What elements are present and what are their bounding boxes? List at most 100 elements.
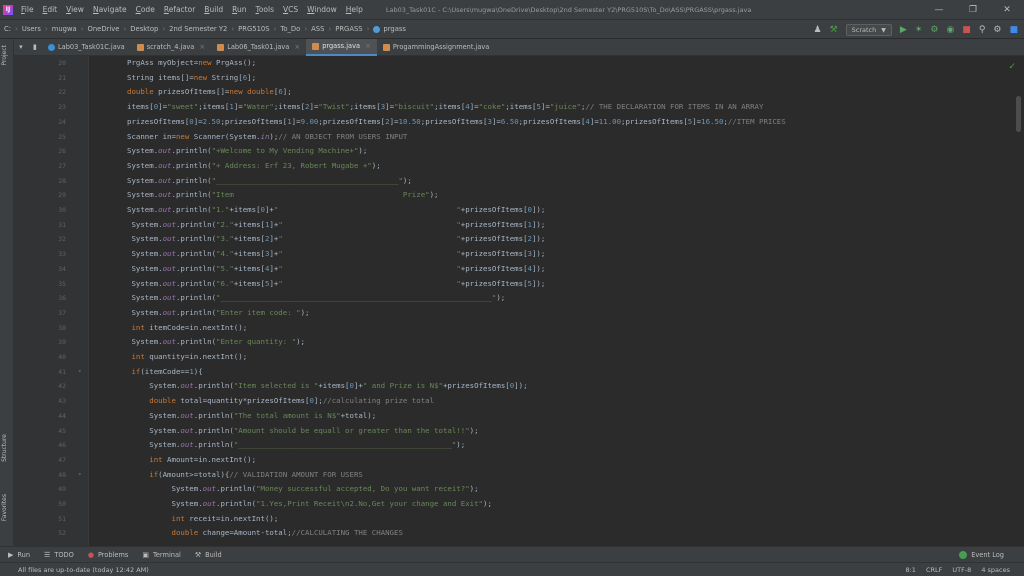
menu-code[interactable]: Code [136,5,155,14]
caret-position[interactable]: 8:1 [905,566,915,574]
code-line[interactable]: 22 double prizesOfItems[]=new double[6]; [14,85,1014,100]
line-separator[interactable]: CRLF [926,566,942,574]
menu-file[interactable]: File [21,5,34,14]
code-line[interactable]: 46 System.out.println("_________________… [14,438,1014,453]
hammer-build-icon[interactable]: ⚒ [830,25,838,35]
code-line[interactable]: 20 PrgAss myObject=new PrgAss(); [14,56,1014,71]
tab-lab06-task01[interactable]: Lab06_Task01.java × [211,39,306,56]
code-line[interactable]: 29 System.out.println("Item Prize"); [14,188,1014,203]
code-line[interactable]: 24 prizesOfItems[0]=2.50;prizesOfItems[1]… [14,115,1014,130]
code-line[interactable]: 38 int itemCode=in.nextInt(); [14,321,1014,336]
user-icon[interactable]: ♟ [814,25,822,35]
code-line[interactable]: 43 double total=quantity*prizesOfItems[0… [14,394,1014,409]
code-line[interactable]: 37 System.out.println("Enter item code: … [14,306,1014,321]
code-line[interactable]: 34 System.out.println("5."+items[4]+" "+… [14,262,1014,277]
minimize-button[interactable]: — [922,0,956,19]
code-line[interactable]: 51 int receit=in.nextInt(); [14,512,1014,527]
tab-prgass[interactable]: prgass.java × [306,38,377,56]
tab-lab03-task01c[interactable]: Lab03_Task01C.java [42,39,131,56]
code-line[interactable]: 23 items[0]="sweet";items[1]="Water";item… [14,100,1014,115]
code-line[interactable]: 25 Scanner in=new Scanner(System.in);// A… [14,130,1014,145]
menu-refactor[interactable]: Refactor [164,5,195,14]
code-editor[interactable]: ✓ 20 PrgAss myObject=new PrgAss(); 21 Strin… [14,56,1024,546]
menu-edit[interactable]: Edit [43,5,58,14]
build-tool-button[interactable]: ⚒ Build [195,551,222,559]
favorites-tool-button[interactable]: Favorites [1,494,8,521]
tab-scratch-4[interactable]: scratch_4.java × [131,39,211,56]
code-line[interactable]: 33 System.out.println("4."+items[3]+" "+… [14,247,1014,262]
run-configuration-select[interactable]: Scratch ▼ [845,24,892,36]
editor-scrollbar[interactable] [1016,96,1021,132]
project-tool-button[interactable]: Project [1,45,8,66]
menu-navigate[interactable]: Navigate [93,5,127,14]
close-icon[interactable]: × [365,42,371,50]
close-icon[interactable]: × [199,43,205,51]
menu-view[interactable]: View [66,5,84,14]
breadcrumb-ass[interactable]: ASS [311,25,324,33]
breadcrumb-todo[interactable]: To_Do [280,25,300,33]
breadcrumb-semester[interactable]: 2nd Semester Y2 [169,25,227,33]
profile-icon[interactable]: ◉ [946,25,954,35]
main-menu: File Edit View Navigate Code Refactor Bu… [21,5,372,14]
code-line[interactable]: 28 System.out.println("__________________… [14,174,1014,189]
collapse-icon[interactable]: ▾ [19,43,23,51]
code-line[interactable]: 48 ▾ if(Amount>=total){// VALIDATION AMOU… [14,468,1014,483]
menu-build[interactable]: Build [204,5,223,14]
coverage-icon[interactable]: ⚙ [930,25,938,35]
tab-progamming-assignment[interactable]: ProgammingAssignment.java [377,39,495,56]
code-line[interactable]: 47 int Amount=in.nextInt(); [14,453,1014,468]
code-line[interactable]: 21 String items[]=new String[6]; [14,71,1014,86]
breadcrumb-prgass-class[interactable]: prgass [383,25,406,33]
breadcrumb-desktop[interactable]: Desktop [130,25,158,33]
breadcrumb-prgass-folder[interactable]: PRGASS [335,25,362,33]
code-line[interactable]: 41 ▾ if(itemCode==1){ [14,365,1014,380]
settings-icon[interactable]: ⚙ [993,25,1001,35]
breadcrumb-prg510s[interactable]: PRG510S [238,25,269,33]
menu-window[interactable]: Window [307,5,337,14]
event-log-button[interactable]: Event Log [959,547,1004,563]
code-line[interactable]: 39 System.out.println("Enter quantity: "… [14,335,1014,350]
line-number: 22 [58,88,66,97]
code-line[interactable]: 35 System.out.println("6."+items[5]+" "+… [14,277,1014,292]
code-line[interactable]: 31 System.out.println("2."+items[1]+" "+… [14,218,1014,233]
breadcrumb-users[interactable]: Users [22,25,41,33]
fold-icon[interactable]: ▾ [78,468,82,483]
restore-button[interactable]: ❐ [956,0,990,19]
close-window-button[interactable]: ✕ [990,0,1024,19]
code-line[interactable]: 44 System.out.println("The total amount … [14,409,1014,424]
breadcrumb-onedrive[interactable]: OneDrive [88,25,120,33]
code-line[interactable]: 26 System.out.println("+Welcome to My Ven… [14,144,1014,159]
stop-icon[interactable]: ■ [962,25,971,35]
breadcrumb-mugwa[interactable]: mugwa [52,25,77,33]
debug-icon[interactable]: ✶ [915,25,923,35]
menu-vcs[interactable]: VCS [283,5,298,14]
fold-icon[interactable]: ▾ [78,365,82,380]
close-icon[interactable]: × [294,43,300,51]
breadcrumb-drive[interactable]: C: [4,25,11,33]
code-line[interactable]: 50 System.out.println("1.Yes,Print Recei… [14,497,1014,512]
menu-help[interactable]: Help [346,5,363,14]
menu-run[interactable]: Run [232,5,246,14]
todo-tool-button[interactable]: ☰ TODO [44,551,74,559]
code-line[interactable]: 42 System.out.println("Item selected is … [14,379,1014,394]
code-line[interactable]: 45 System.out.println("Amount should be … [14,424,1014,439]
code-line[interactable]: 49 System.out.println("Money successful … [14,482,1014,497]
problems-tool-button[interactable]: ● Problems [88,551,129,559]
search-icon[interactable]: ⚲ [979,25,986,35]
indent-setting[interactable]: 4 spaces [981,566,1010,574]
code-line[interactable]: 40 int quantity=in.nextInt(); [14,350,1014,365]
line-number: 39 [58,338,66,347]
code-line[interactable]: 52 double change=Amount-total;//CALCULAT… [14,526,1014,541]
menu-tools[interactable]: Tools [256,5,274,14]
pin-icon[interactable]: ▮ [33,43,37,51]
code-line[interactable]: 36 System.out.println("_________________… [14,291,1014,306]
code-line[interactable]: 30 System.out.println("1."+items[0]+" "+p… [14,203,1014,218]
structure-tool-button[interactable]: Structure [1,434,8,462]
run-tool-button[interactable]: ▶ Run [8,551,30,559]
file-encoding[interactable]: UTF-8 [952,566,971,574]
run-icon[interactable]: ▶ [900,25,907,35]
code-line[interactable]: 32 System.out.println("3."+items[2]+" "+… [14,232,1014,247]
terminal-tool-button[interactable]: ▣ Terminal [142,551,181,559]
code-line[interactable]: 27 System.out.println("+ Address: Erf 23,… [14,159,1014,174]
jetbrains-toolbox-icon[interactable]: ■ [1009,25,1018,35]
